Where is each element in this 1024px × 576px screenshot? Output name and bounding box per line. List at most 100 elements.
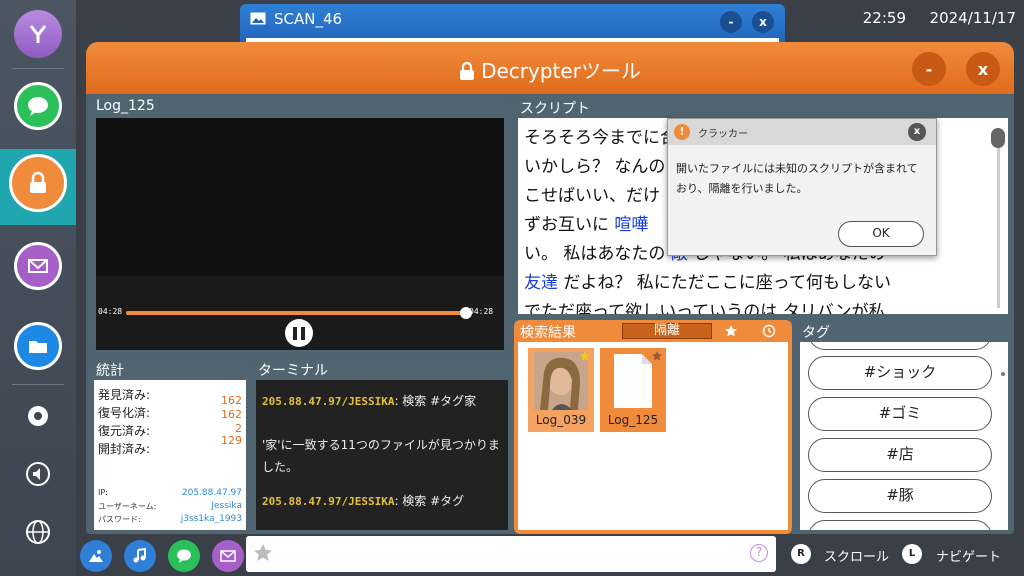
script-keyword[interactable]: 喧嘩 <box>614 215 648 235</box>
terminal-line: 205.88.47.97/JESSIKA: 検索 #タグ <box>262 490 504 513</box>
dialog-close-button[interactable]: x <box>908 123 926 141</box>
terminal-output: '家'に一致する11つのファイルが見つかりました。 <box>262 438 500 474</box>
scan-close-button[interactable]: x <box>752 11 774 33</box>
mail-dock-icon[interactable] <box>212 540 244 572</box>
navigate-hint: ナビゲート <box>936 550 1002 565</box>
script-keyword[interactable]: 友達 <box>524 273 558 293</box>
info-label: ユーザーネーム: <box>98 502 157 511</box>
terminal-panel: ターミナル 205.88.47.97/JESSIKA : 検索 #タグ家 '家'に… <box>252 358 512 534</box>
settings-gear-icon[interactable] <box>24 402 52 430</box>
terminal-panel-title: ターミナル <box>258 363 328 379</box>
terminal-command: : 検索 #タグ <box>394 494 465 508</box>
script-line: でただ座って欲しいっていうのは タリバンが私 <box>524 298 984 314</box>
video-player[interactable]: 04:28 04:28 <box>96 118 504 350</box>
l-button-icon: L <box>902 544 922 564</box>
script-segment: ずお互いに <box>524 215 615 235</box>
script-scroll-knob[interactable] <box>991 128 1005 148</box>
tab-quarantine[interactable]: 隔離 <box>622 323 712 339</box>
stat-label: 開封済み: <box>98 442 151 456</box>
scan-minimize-button[interactable]: - <box>720 11 742 33</box>
stats-panel-title: 統計 <box>96 363 124 379</box>
image-icon <box>250 12 266 25</box>
search-results-list: Log_039 Log_125 <box>518 342 788 530</box>
dialog-ok-button[interactable]: OK <box>838 221 924 247</box>
pause-icon <box>301 326 305 340</box>
dialog-title: クラッカー <box>698 129 748 140</box>
info-row-username: ユーザーネーム: Jessika <box>98 501 242 512</box>
stat-row: 復号化済: 162 <box>98 404 242 421</box>
messages-app-icon[interactable] <box>14 82 62 130</box>
tag-pill[interactable] <box>808 342 992 350</box>
script-line: 友達 だよね？ 私にただここに座って何もしない <box>524 269 984 298</box>
result-item-log-125[interactable]: Log_125 <box>600 348 666 432</box>
video-progress-bar[interactable] <box>126 307 472 319</box>
pause-button[interactable] <box>285 319 313 347</box>
decrypter-title: Decrypterツール <box>86 55 1014 84</box>
script-panel-title: スクリプト <box>520 101 590 117</box>
tag-pill[interactable] <box>808 520 992 530</box>
clock: 22:59 <box>862 9 906 27</box>
dialog-message: 開いたファイルには未知のスクリプトが含まれており、隔離を行いました。 <box>676 162 918 195</box>
os-sidebar <box>0 0 76 576</box>
search-bar[interactable]: ? <box>246 536 776 572</box>
result-item-log-039[interactable]: Log_039 <box>528 348 594 432</box>
stats-panel: 統計 発見済み: 162 復号化済: 162 復元済み: 2 開封済み: 129 IP:… <box>90 358 250 534</box>
stat-label: 発見済み: <box>98 388 151 402</box>
tag-pill[interactable]: #ショック <box>808 356 992 390</box>
date: 2024/11/17 <box>929 9 1016 27</box>
tag-pill[interactable]: #豚 <box>808 479 992 513</box>
network-globe-icon[interactable] <box>24 518 52 546</box>
video-frame <box>96 118 504 276</box>
chat-app-icon[interactable] <box>168 540 200 572</box>
tag-pill[interactable]: #店 <box>808 438 992 472</box>
stat-value: 129 <box>221 434 242 447</box>
favorites-star-icon[interactable] <box>724 324 738 338</box>
lock-icon <box>460 62 475 80</box>
tag-scroll-indicator[interactable] <box>1001 372 1005 376</box>
volume-icon[interactable] <box>24 460 52 488</box>
app-logo-icon[interactable] <box>14 10 62 58</box>
info-label: パスワード: <box>98 515 141 524</box>
log-panel-title: Log_125 <box>96 98 155 114</box>
script-segment: いかしら？ なんの <box>524 157 666 177</box>
history-clock-icon[interactable] <box>762 324 776 338</box>
decrypter-minimize-button[interactable]: - <box>912 52 946 86</box>
video-progress-fill <box>126 311 466 315</box>
music-app-icon[interactable] <box>124 540 156 572</box>
decrypter-header: Decrypterツール - x <box>86 42 1014 94</box>
terminal-command: : 検索 #タグ家 <box>394 394 477 408</box>
decrypter-close-button[interactable]: x <box>966 52 1000 86</box>
terminal-prompt: 205.88.47.97/JESSIKA <box>262 495 395 508</box>
script-segment: だよね？ 私にただここに座って何もしない <box>558 273 891 293</box>
tag-panel-title: タグ <box>802 325 830 341</box>
help-icon[interactable]: ? <box>750 544 768 562</box>
stat-label: 復元済み: <box>98 424 151 438</box>
pause-icon <box>293 326 297 340</box>
warning-icon: ! <box>674 124 690 140</box>
stat-value: 162 <box>221 408 242 421</box>
video-total-time: 04:28 <box>469 307 494 316</box>
search-results-title: 検索結果 <box>520 325 576 341</box>
star-icon[interactable] <box>252 542 274 564</box>
star-outline-icon <box>651 350 663 361</box>
mail-app-icon[interactable] <box>14 242 62 290</box>
files-app-icon[interactable] <box>14 322 62 370</box>
r-button-icon: R <box>791 544 811 564</box>
gallery-app-icon[interactable] <box>80 540 112 572</box>
decrypter-window: Decrypterツール - x Log_125 04:28 04:28 スクリ… <box>86 42 1014 534</box>
dialog-header: ! クラッカー x <box>668 119 936 145</box>
sidebar-divider <box>12 384 64 385</box>
scroll-hint: スクロール <box>824 550 890 565</box>
cracker-dialog: ! クラッカー x 開いたファイルには未知のスクリプトが含まれており、隔離を行い… <box>667 118 937 256</box>
starred-icon <box>579 350 591 361</box>
bottom-bar: ? R スクロール L ナビゲート <box>76 534 1024 576</box>
tag-pill[interactable]: #ゴミ <box>808 397 992 431</box>
decrypter-app-icon[interactable] <box>9 154 67 212</box>
stat-row: 発見済み: 162 <box>98 386 242 407</box>
search-results-panel: 検索結果 隔離 Log_039 Log_125 <box>514 320 792 534</box>
document-icon <box>614 354 652 408</box>
info-row-ip: IP: 205.88.47.97 <box>98 488 242 498</box>
tag-panel: タグ #ショック #ゴミ #店 #豚 <box>796 320 1012 534</box>
script-scrollbar[interactable] <box>997 128 1000 308</box>
terminal-body[interactable]: 205.88.47.97/JESSIKA : 検索 #タグ家 '家'に一致する11… <box>256 380 508 530</box>
